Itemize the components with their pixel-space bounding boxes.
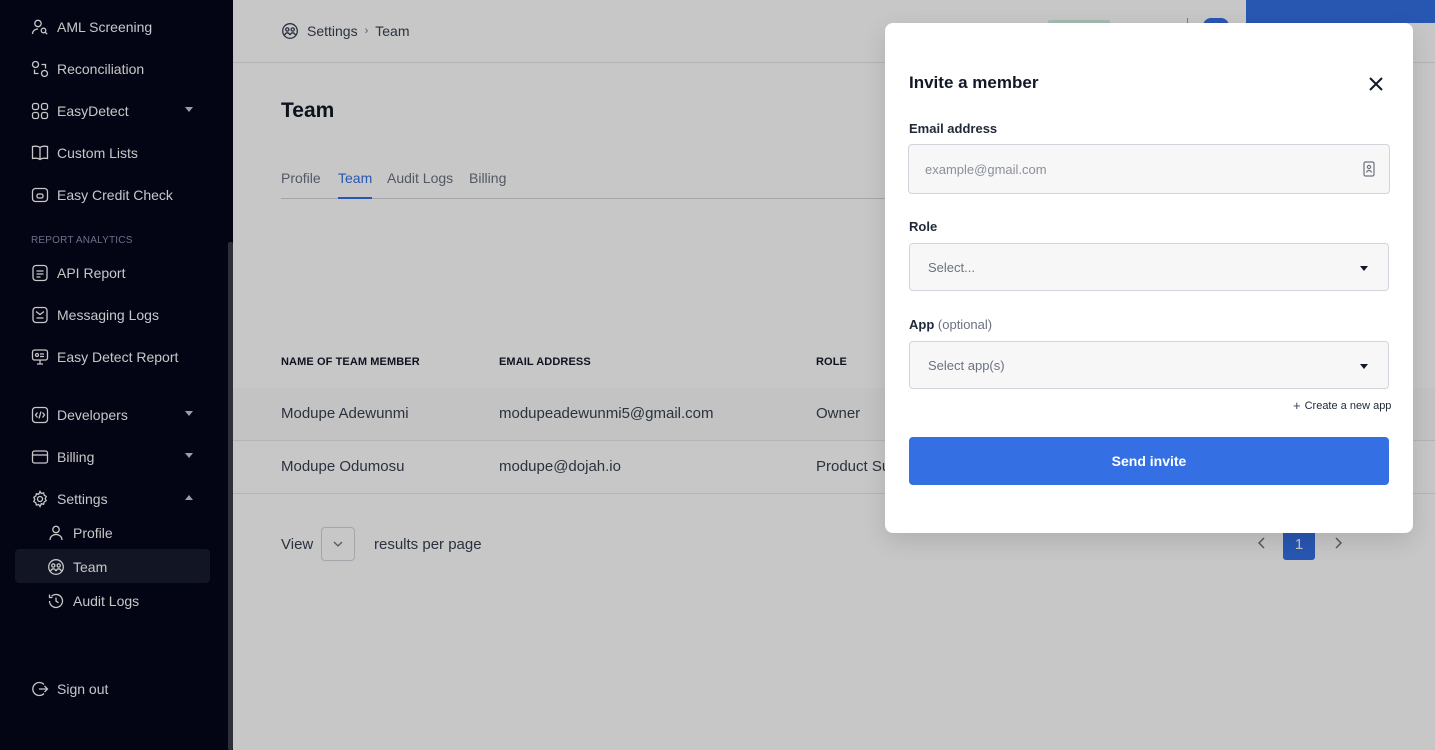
role-select-value: Select...: [928, 260, 975, 275]
role-select[interactable]: Select...: [909, 243, 1389, 291]
app-select[interactable]: Select app(s): [909, 341, 1389, 389]
send-invite-button[interactable]: Send invite: [909, 437, 1389, 485]
app-label: App (optional): [909, 317, 992, 332]
email-field[interactable]: [909, 145, 1349, 193]
role-label: Role: [909, 219, 938, 234]
invite-member-modal: Invite a member Email address Role Selec…: [885, 23, 1413, 533]
create-app-label: Create a new app: [1304, 399, 1392, 412]
modal-title: Invite a member: [909, 73, 1039, 92]
contact-card-icon: [1361, 160, 1377, 178]
email-field-wrapper: [908, 144, 1390, 194]
app-label-text: App: [909, 317, 935, 332]
chevron-down-icon: [1360, 364, 1368, 369]
app-select-value: Select app(s): [928, 358, 1005, 373]
close-button[interactable]: [1365, 73, 1387, 95]
close-icon: [1369, 77, 1383, 91]
plus-icon: +: [1293, 398, 1301, 413]
chevron-down-icon: [1360, 266, 1368, 271]
create-app-link[interactable]: + Create a new app: [1293, 398, 1391, 413]
email-label: Email address: [909, 121, 998, 136]
app-optional-text: (optional): [937, 317, 993, 332]
